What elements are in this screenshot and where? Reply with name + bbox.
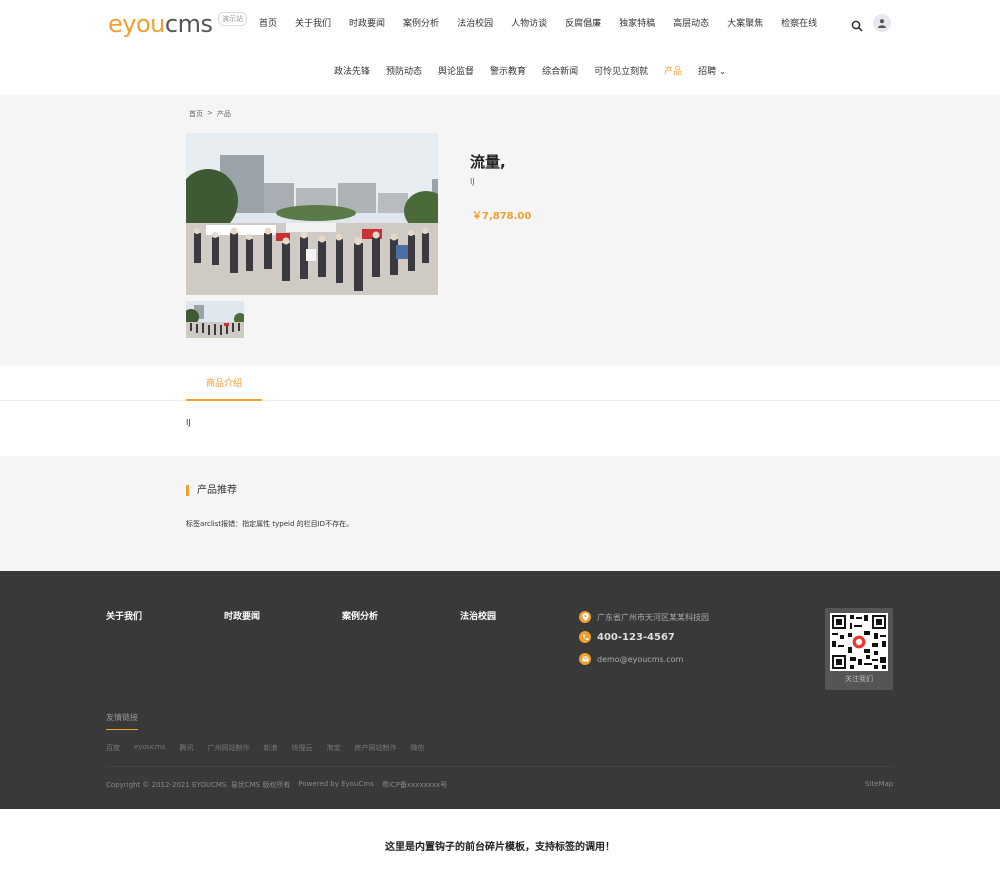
nav-item-procuratorate[interactable]: 检察在线 [772, 17, 826, 31]
product-title: 流量, [470, 153, 506, 171]
product-detail-section: 首页 > 产品 流量, IJ ￥7,878.00 [0, 95, 1000, 366]
nav-item-home[interactable]: 首页 [250, 17, 286, 31]
site-header: eyoucms 演示站 首页 关于我们 时政要闻 案例分析 法治校园 人物访谈 … [0, 0, 1000, 95]
qr-code-box: 关注我们 [825, 608, 893, 690]
site-logo[interactable]: eyoucms 演示站 [108, 10, 247, 38]
product-main-image[interactable] [186, 133, 438, 295]
nav-item-politics[interactable]: 时政要闻 [340, 17, 394, 31]
friend-link[interactable]: 房产网站制作 [354, 743, 396, 753]
site-footer: 关于我们 时政要闻 案例分析 法治校园 广东省广州市天河区某某科技园 400-1… [0, 571, 1000, 809]
nav2-recruit-label: 招聘 [698, 67, 717, 77]
logo-e: e [108, 10, 123, 38]
friend-links: 百度 eyoucms 腾讯 广州网站制作 新浪 快搜云 淘宝 房产网站制作 微信 [106, 743, 424, 753]
phone-text: 400-123-4567 [597, 631, 675, 643]
friend-link[interactable]: 新浪 [263, 743, 277, 753]
primary-nav: 首页 关于我们 时政要闻 案例分析 法治校园 人物访谈 反腐倡廉 独家特稿 高层… [250, 17, 826, 31]
location-icon [579, 611, 591, 623]
footer-col-politics[interactable]: 时政要闻 [224, 609, 260, 622]
recommend-section: 产品推荐 标签arclist报错：指定属性 typeid 的栏目ID不存在。 [0, 456, 1000, 571]
qr-code-image [830, 613, 888, 671]
friend-links-title: 友情链接 [106, 712, 138, 730]
product-tabs: 商品介绍 [0, 366, 1000, 401]
nav-item-about[interactable]: 关于我们 [286, 17, 340, 31]
nav2-item-products[interactable]: 产品 [656, 65, 690, 79]
footer-phone: 400-123-4567 [579, 631, 675, 643]
tab-product-intro[interactable]: 商品介绍 [186, 366, 262, 401]
nav2-item-pioneer[interactable]: 政法先锋 [326, 65, 378, 79]
email-link[interactable]: demo@eyoucms.com [597, 655, 683, 664]
footer-email: demo@eyoucms.com [579, 653, 683, 665]
friend-link[interactable]: 快搜云 [291, 743, 312, 753]
recommend-error-message: 标签arclist报错：指定属性 typeid 的栏目ID不存在。 [186, 520, 354, 528]
sitemap-link[interactable]: SiteMap [865, 780, 893, 788]
recommend-title: 产品推荐 [186, 485, 237, 496]
footer-address: 广东省广州市天河区某某科技园 [579, 611, 709, 623]
copyright-text: Copyright © 2012-2021 EYOUCMS. 易优CMS 版权所… [106, 781, 291, 789]
friend-link[interactable]: 淘宝 [326, 743, 340, 753]
breadcrumb: 首页 > 产品 [189, 109, 231, 119]
nav2-item-kelianjian[interactable]: 可怜见立刻就 [586, 65, 656, 79]
breadcrumb-separator: > [207, 109, 213, 117]
nav-item-campus[interactable]: 法治校园 [448, 17, 502, 31]
nav-item-leadership[interactable]: 高层动态 [664, 17, 718, 31]
footer-col-campus[interactable]: 法治校园 [460, 609, 496, 622]
product-price: ￥7,878.00 [472, 211, 532, 222]
qr-label: 关注我们 [845, 675, 873, 683]
nav-item-exclusive[interactable]: 独家特稿 [610, 17, 664, 31]
phone-icon [579, 631, 591, 643]
logo-you: you [122, 10, 165, 38]
logo-badge: 演示站 [218, 12, 247, 26]
breadcrumb-home[interactable]: 首页 [189, 109, 203, 119]
hook-template-text: 这里是内置钩子的前台碎片模板，支持标签的调用！ [385, 842, 615, 853]
nav2-item-prevention[interactable]: 预防动态 [378, 65, 430, 79]
nav2-item-news[interactable]: 综合新闻 [534, 65, 586, 79]
friend-link[interactable]: eyoucms [134, 743, 165, 753]
address-text: 广东省广州市天河区某某科技园 [597, 612, 709, 622]
copyright: Copyright © 2012-2021 EYOUCMS. 易优CMS 版权所… [106, 780, 447, 790]
footer-col-cases[interactable]: 案例分析 [342, 609, 378, 622]
search-icon[interactable] [851, 17, 863, 32]
footer-divider [106, 766, 894, 767]
product-intro-content: IJ [186, 418, 191, 427]
product-subtitle: IJ [470, 177, 475, 186]
nav-item-cases[interactable]: 案例分析 [394, 17, 448, 31]
nav2-item-supervision[interactable]: 舆论监督 [430, 65, 482, 79]
product-thumbnail[interactable] [186, 301, 244, 338]
nav-item-anticorruption[interactable]: 反腐倡廉 [556, 17, 610, 31]
friend-link[interactable]: 腾讯 [179, 743, 193, 753]
friend-link[interactable]: 百度 [106, 743, 120, 753]
secondary-nav: 政法先锋 预防动态 舆论监督 警示教育 综合新闻 可怜见立刻就 产品 招聘 ⌄ [326, 65, 734, 79]
logo-cms: cms [164, 10, 213, 38]
breadcrumb-current[interactable]: 产品 [217, 109, 231, 119]
footer-col-about[interactable]: 关于我们 [106, 609, 142, 622]
email-icon [579, 653, 591, 665]
nav-item-major-cases[interactable]: 大案聚焦 [718, 17, 772, 31]
chevron-down-icon: ⌄ [719, 67, 726, 76]
nav2-item-warning[interactable]: 警示教育 [482, 65, 534, 79]
nav2-item-recruit[interactable]: 招聘 ⌄ [690, 65, 734, 79]
powered-by-link[interactable]: Powered by EyouCms [298, 780, 373, 790]
nav-item-interviews[interactable]: 人物访谈 [502, 17, 556, 31]
icp-link[interactable]: 粤ICP备xxxxxxxx号 [382, 780, 447, 790]
friend-link[interactable]: 微信 [410, 743, 424, 753]
user-icon[interactable] [873, 14, 891, 32]
friend-link[interactable]: 广州网站制作 [207, 743, 249, 753]
